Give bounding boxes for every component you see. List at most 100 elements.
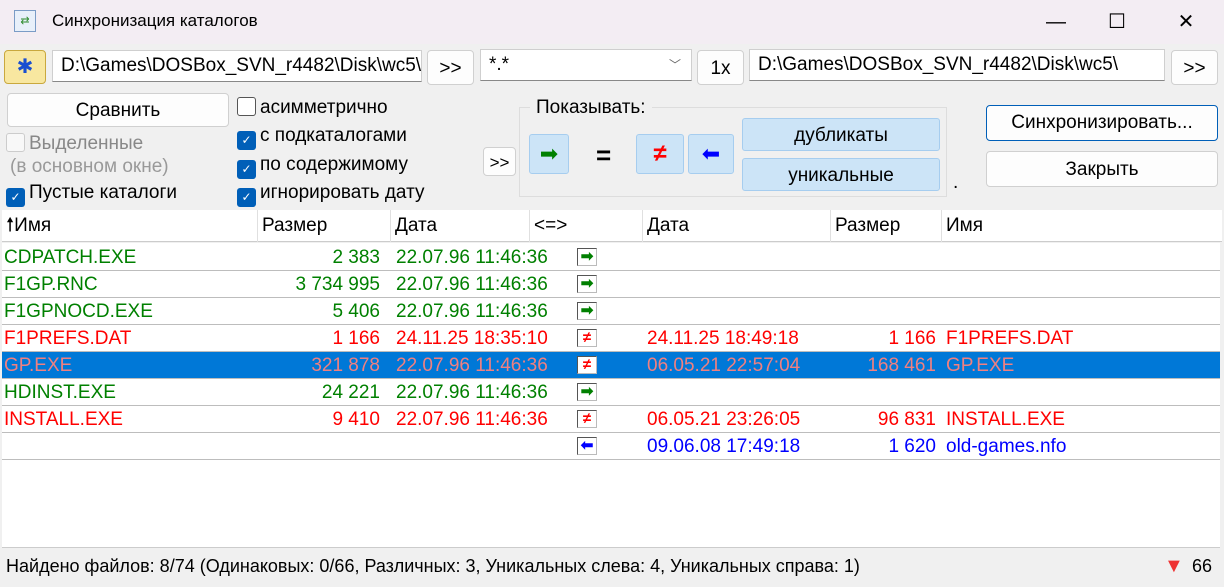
browse-left-button[interactable]: >>	[427, 50, 474, 85]
check-icon: ✓	[237, 188, 256, 207]
not-equal-icon[interactable]: ≠	[577, 356, 597, 374]
cell-date-l: 22.07.96 11:46:36	[396, 382, 548, 403]
cell-size-r: 96 831	[877, 409, 936, 430]
minimize-button[interactable]: —	[1036, 6, 1076, 38]
col-date-left[interactable]: Дата	[391, 210, 530, 242]
show-left-arrow-toggle[interactable]: ⬅	[688, 134, 734, 174]
left-path-input[interactable]: D:\Games\DOSBox_SVN_r4482\Disk\wc5\	[52, 50, 422, 82]
cell-size-r: 1 620	[888, 436, 936, 457]
close-button[interactable]: Закрыть	[986, 151, 1218, 187]
col-label: Имя	[14, 215, 52, 236]
cell-size-l: 5 406	[332, 301, 380, 322]
arrow-left-icon[interactable]: ⬅	[577, 437, 597, 455]
table-row[interactable]: F1PREFS.DAT 1 166 24.11.25 18:35:10 24.11.2…	[2, 325, 1220, 352]
cell-size-l: 9 410	[332, 409, 380, 430]
more-options-button[interactable]: >>	[483, 147, 516, 176]
checkbox-box	[6, 133, 25, 152]
ignore-date-label: игнорировать дату	[260, 182, 425, 203]
selected-checkbox[interactable]: Выделенные	[6, 133, 143, 155]
cell-name-l: HDINST.EXE	[4, 382, 116, 403]
folder-icon[interactable]: ✱	[4, 50, 46, 84]
mask-value: *.*	[489, 54, 510, 75]
check-icon: ✓	[237, 160, 256, 179]
not-equal-icon[interactable]: ≠	[577, 329, 597, 347]
cell-date-l: 22.07.96 11:46:36	[396, 274, 548, 295]
arrow-left-icon: ⬅	[701, 141, 721, 166]
table-row[interactable]: 09.06.08 17:49:18 1 620 old-games.nfo ⬅	[2, 433, 1220, 460]
table-header: 🠕Имя Размер Дата <=> Дата Размер Имя	[2, 210, 1222, 242]
cell-name-l: F1PREFS.DAT	[4, 328, 132, 349]
cell-date-l: 22.07.96 11:46:36	[396, 247, 548, 268]
check-icon: ✓	[237, 131, 256, 150]
by-content-checkbox[interactable]: ✓ по содержимому	[237, 154, 408, 179]
maximize-button[interactable]: ☐	[1097, 6, 1137, 38]
cell-date-l: 24.11.25 18:35:10	[396, 328, 548, 349]
col-name-left[interactable]: 🠕Имя	[2, 210, 258, 242]
arrow-right-icon[interactable]: ➡	[577, 302, 597, 320]
arrow-right-icon[interactable]: ➡	[577, 383, 597, 401]
sync-button[interactable]: Синхронизировать...	[986, 105, 1218, 141]
cell-name-l: F1GPNOCD.EXE	[4, 301, 153, 322]
cell-name-l: INSTALL.EXE	[4, 409, 123, 430]
cell-name-l: F1GP.RNC	[4, 274, 98, 295]
cell-date-l: 22.07.96 11:46:36	[396, 409, 548, 430]
by-content-label: по содержимому	[260, 154, 408, 175]
table-row[interactable]: GP.EXE 321 878 22.07.96 11:46:36 06.05.21 2…	[2, 352, 1220, 379]
selected-note: (в основном окне)	[10, 156, 169, 177]
right-path-input[interactable]: D:\Games\DOSBox_SVN_r4482\Disk\wc5\	[749, 49, 1165, 81]
ignore-date-checkbox[interactable]: ✓ игнорировать дату	[237, 182, 424, 207]
col-size-left[interactable]: Размер	[258, 210, 391, 242]
window-title: Синхронизация каталогов	[52, 11, 258, 30]
asymmetric-label: асимметрично	[260, 97, 388, 118]
browse-right-button[interactable]: >>	[1171, 50, 1218, 85]
show-different-toggle[interactable]: ≠	[636, 134, 684, 174]
check-icon: ✓	[6, 188, 25, 207]
mask-select[interactable]: *.* ﹀	[480, 49, 692, 81]
cell-name-r: GP.EXE	[946, 355, 1015, 376]
app-icon: ⇄	[14, 10, 36, 32]
asymmetric-checkbox[interactable]: асимметрично	[237, 97, 388, 119]
checkbox-box	[237, 97, 256, 116]
col-size-right[interactable]: Размер	[831, 210, 942, 242]
dot-label: .	[953, 172, 959, 193]
not-equal-icon: ≠	[653, 140, 667, 167]
close-window-button[interactable]: ✕	[1166, 6, 1206, 38]
not-equal-icon[interactable]: ≠	[577, 410, 597, 428]
table-row[interactable]: HDINST.EXE 24 221 22.07.96 11:46:36 ➡	[2, 379, 1220, 406]
empty-dirs-checkbox[interactable]: ✓ Пустые каталоги	[6, 182, 177, 207]
equal-label: =	[596, 140, 612, 170]
cell-size-l: 24 221	[321, 382, 380, 403]
cell-size-l: 321 878	[311, 355, 380, 376]
cell-name-r: F1PREFS.DAT	[946, 328, 1074, 349]
col-date-right[interactable]: Дата	[643, 210, 831, 242]
subdirs-label: с подкаталогами	[260, 125, 407, 146]
status-text: Найдено файлов: 8/74 (Одинаковых: 0/66, …	[6, 556, 860, 576]
cell-date-r: 09.06.08 17:49:18	[647, 436, 801, 457]
subdirs-checkbox[interactable]: ✓ с подкаталогами	[237, 125, 407, 150]
arrow-right-icon[interactable]: ➡	[577, 248, 597, 266]
filter-funnel-icon: ▼	[1164, 555, 1184, 577]
duplicates-toggle[interactable]: дубликаты	[742, 118, 940, 151]
status-count: 66	[1192, 556, 1213, 576]
one-x-button[interactable]: 1x	[697, 50, 744, 85]
table-row[interactable]: F1GP.RNC 3 734 995 22.07.96 11:46:36 ➡	[2, 271, 1220, 298]
col-compare[interactable]: <=>	[530, 210, 643, 242]
unique-toggle[interactable]: уникальные	[742, 158, 940, 191]
compare-button[interactable]: Сравнить	[7, 93, 229, 127]
show-label: Показывать:	[530, 97, 652, 119]
empty-dirs-label: Пустые каталоги	[29, 182, 177, 203]
col-name-right[interactable]: Имя	[942, 210, 1220, 242]
cell-date-l: 22.07.96 11:46:36	[396, 301, 548, 322]
cell-date-l: 22.07.96 11:46:36	[396, 355, 548, 376]
show-right-arrow-toggle[interactable]: ➡	[529, 134, 569, 174]
table-row[interactable]: CDPATCH.EXE 2 383 22.07.96 11:46:36 ➡	[2, 244, 1220, 271]
table-row[interactable]: F1GPNOCD.EXE 5 406 22.07.96 11:46:36 ➡	[2, 298, 1220, 325]
arrow-right-icon: ➡	[539, 141, 559, 166]
cell-name-r: INSTALL.EXE	[946, 409, 1065, 430]
cell-date-r: 06.05.21 22:57:04	[647, 355, 801, 376]
file-list: CDPATCH.EXE 2 383 22.07.96 11:46:36 ➡ F1GP.R…	[2, 243, 1220, 548]
table-row[interactable]: INSTALL.EXE 9 410 22.07.96 11:46:36 06.05.2…	[2, 406, 1220, 433]
arrow-right-icon[interactable]: ➡	[577, 275, 597, 293]
chevron-down-icon: ﹀	[668, 58, 681, 72]
cell-date-r: 06.05.21 23:26:05	[647, 409, 801, 430]
